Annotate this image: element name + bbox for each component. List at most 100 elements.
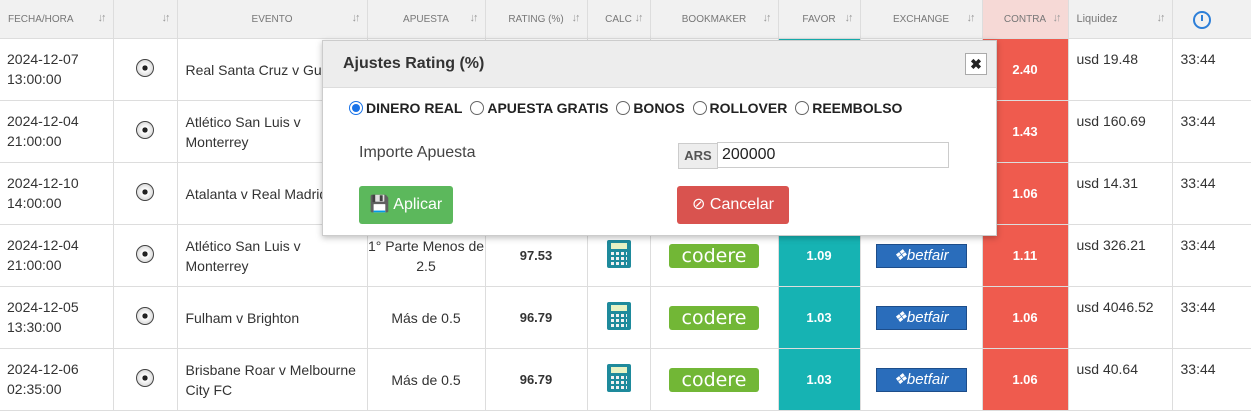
date-cell: 2024-12-10 14:00:00 — [0, 162, 114, 225]
option-apuesta-gratis[interactable]: APUESTA GRATIS — [470, 100, 608, 116]
radio-icon[interactable] — [795, 101, 810, 115]
event-cell: Brisbane Roar v Melbourne City FC — [177, 348, 368, 411]
time-text: 13:30:00 — [7, 319, 62, 335]
col-bookmaker-label: BOOKMAKER — [681, 13, 747, 25]
option-reembolso[interactable]: REEMBOLSO — [795, 100, 902, 116]
liquidity-cell: usd 19.48 — [1068, 38, 1173, 101]
modal-header: Ajustes Rating (%) ✖ — [323, 41, 996, 88]
bookmaker-cell: codere — [650, 286, 779, 349]
option-dinero-real[interactable]: DINERO REAL — [349, 100, 462, 116]
col-apuesta[interactable]: APUESTA ↓↑ — [367, 0, 486, 39]
modal-title: Ajustes Rating (%) — [343, 55, 485, 72]
col-sport[interactable]: ↓↑ — [113, 0, 178, 39]
col-evento[interactable]: EVENTO ↓↑ — [177, 0, 368, 39]
sort-icon[interactable]: ↓↑ — [470, 12, 479, 24]
date-text: 2024-12-10 — [7, 175, 79, 191]
betfair-text: betfair — [906, 246, 949, 264]
time-text: 02:35:00 — [7, 381, 62, 397]
favor-cell[interactable]: 1.03 — [778, 286, 861, 349]
event-cell: Fulham v Brighton — [177, 286, 368, 349]
soccer-ball-icon — [136, 183, 154, 201]
liquidity-cell: usd 4046.52 — [1068, 286, 1173, 349]
betfair-logo[interactable]: ❖betfair — [875, 243, 967, 268]
ban-icon: ⊘ — [692, 196, 706, 213]
time-text: 21:00:00 — [7, 133, 62, 149]
clock-icon[interactable] — [1192, 11, 1211, 29]
sort-icon[interactable]: ↓↑ — [352, 12, 361, 24]
soccer-ball-icon — [136, 121, 154, 139]
option-rollover[interactable]: ROLLOVER — [692, 100, 787, 116]
col-time[interactable] — [1172, 0, 1251, 39]
rating-cell: 96.79 — [485, 286, 588, 349]
favor-cell[interactable]: 1.03 — [778, 348, 861, 411]
calculator-icon[interactable] — [606, 240, 631, 268]
codere-logo[interactable]: codere — [669, 305, 759, 330]
contra-cell[interactable]: 1.06 — [982, 348, 1069, 411]
col-fecha[interactable]: FECHA/HORA ↓↑ — [0, 0, 114, 39]
sort-icon[interactable]: ↓↑ — [98, 12, 107, 24]
col-liquidez[interactable]: Liquidez ↓↑ — [1068, 0, 1173, 39]
col-calc[interactable]: CALC ↓↑ — [587, 0, 651, 39]
remaining-time-cell: 33:44 — [1172, 286, 1251, 349]
sport-cell — [113, 162, 178, 225]
close-icon[interactable]: ✖ — [965, 53, 987, 75]
betfair-text: betfair — [906, 370, 949, 388]
radio-icon[interactable] — [616, 101, 631, 115]
col-rating[interactable]: RATING (%) ↓↑ — [485, 0, 588, 39]
sort-icon[interactable]: ↓↑ — [845, 12, 854, 24]
soccer-ball-icon — [136, 369, 154, 387]
option-label: REEMBOLSO — [812, 100, 903, 116]
cancel-button[interactable]: ⊘ Cancelar — [677, 186, 789, 224]
betfair-logo[interactable]: ❖betfair — [875, 305, 967, 330]
remaining-time-cell: 33:44 — [1172, 38, 1251, 101]
calculator-icon[interactable] — [606, 364, 631, 392]
date-cell: 2024-12-06 02:35:00 — [0, 348, 114, 411]
sort-icon[interactable]: ↓↑ — [1157, 12, 1166, 24]
col-favor[interactable]: FAVOR ↓↑ — [778, 0, 861, 39]
soccer-ball-icon — [136, 245, 154, 263]
sport-cell — [113, 224, 178, 287]
cancel-label: Cancelar — [709, 196, 774, 213]
sport-cell — [113, 348, 178, 411]
exchange-cell: ❖betfair — [860, 348, 983, 411]
betfair-logo[interactable]: ❖betfair — [875, 367, 967, 392]
calculator-icon[interactable] — [606, 302, 631, 330]
date-text: 2024-12-07 — [7, 51, 79, 67]
radio-icon[interactable] — [470, 101, 485, 115]
time-text: 14:00:00 — [7, 195, 62, 211]
sort-icon[interactable]: ↓↑ — [1053, 12, 1062, 24]
codere-logo[interactable]: codere — [669, 367, 759, 392]
header-row: FECHA/HORA ↓↑ ↓↑ EVENTO ↓↑ APUESTA ↓↑ RATIN… — [0, 0, 1251, 39]
col-exchange-label: EXCHANGE — [892, 13, 950, 25]
liquidity-cell: usd 160.69 — [1068, 100, 1173, 163]
soccer-ball-icon — [136, 59, 154, 77]
bookmaker-cell: codere — [650, 348, 779, 411]
sort-icon[interactable]: ↓↑ — [967, 12, 976, 24]
date-text: 2024-12-04 — [7, 237, 79, 253]
save-icon: 💾 — [369, 196, 390, 213]
codere-logo[interactable]: codere — [669, 243, 759, 268]
radio-icon[interactable] — [692, 101, 707, 115]
option-bonos[interactable]: BONOS — [616, 100, 685, 116]
col-exchange[interactable]: EXCHANGE ↓↑ — [860, 0, 983, 39]
date-text: 2024-12-05 — [7, 299, 79, 315]
col-contra[interactable]: CONTRA ↓↑ — [982, 0, 1069, 39]
sort-icon[interactable]: ↓↑ — [763, 12, 772, 24]
col-evento-label: EVENTO — [251, 13, 293, 25]
amount-input[interactable] — [717, 142, 949, 168]
sort-icon[interactable]: ↓↑ — [162, 12, 171, 24]
contra-cell[interactable]: 1.06 — [982, 286, 1069, 349]
rating-settings-modal: Ajustes Rating (%) ✖ DINERO REAL APUESTA… — [322, 40, 997, 236]
remaining-time-cell: 33:44 — [1172, 162, 1251, 225]
col-bookmaker[interactable]: BOOKMAKER ↓↑ — [650, 0, 779, 39]
sort-icon[interactable]: ↓↑ — [635, 12, 644, 24]
apply-button[interactable]: 💾 Aplicar — [359, 186, 453, 224]
date-cell: 2024-12-04 21:00:00 — [0, 100, 114, 163]
currency-addon: ARS — [678, 143, 718, 169]
sort-icon[interactable]: ↓↑ — [572, 12, 581, 24]
exchange-cell: ❖betfair — [860, 286, 983, 349]
rating-cell: 96.79 — [485, 348, 588, 411]
date-cell: 2024-12-07 13:00:00 — [0, 38, 114, 101]
time-text: 21:00:00 — [7, 257, 62, 273]
radio-icon[interactable] — [349, 101, 363, 115]
